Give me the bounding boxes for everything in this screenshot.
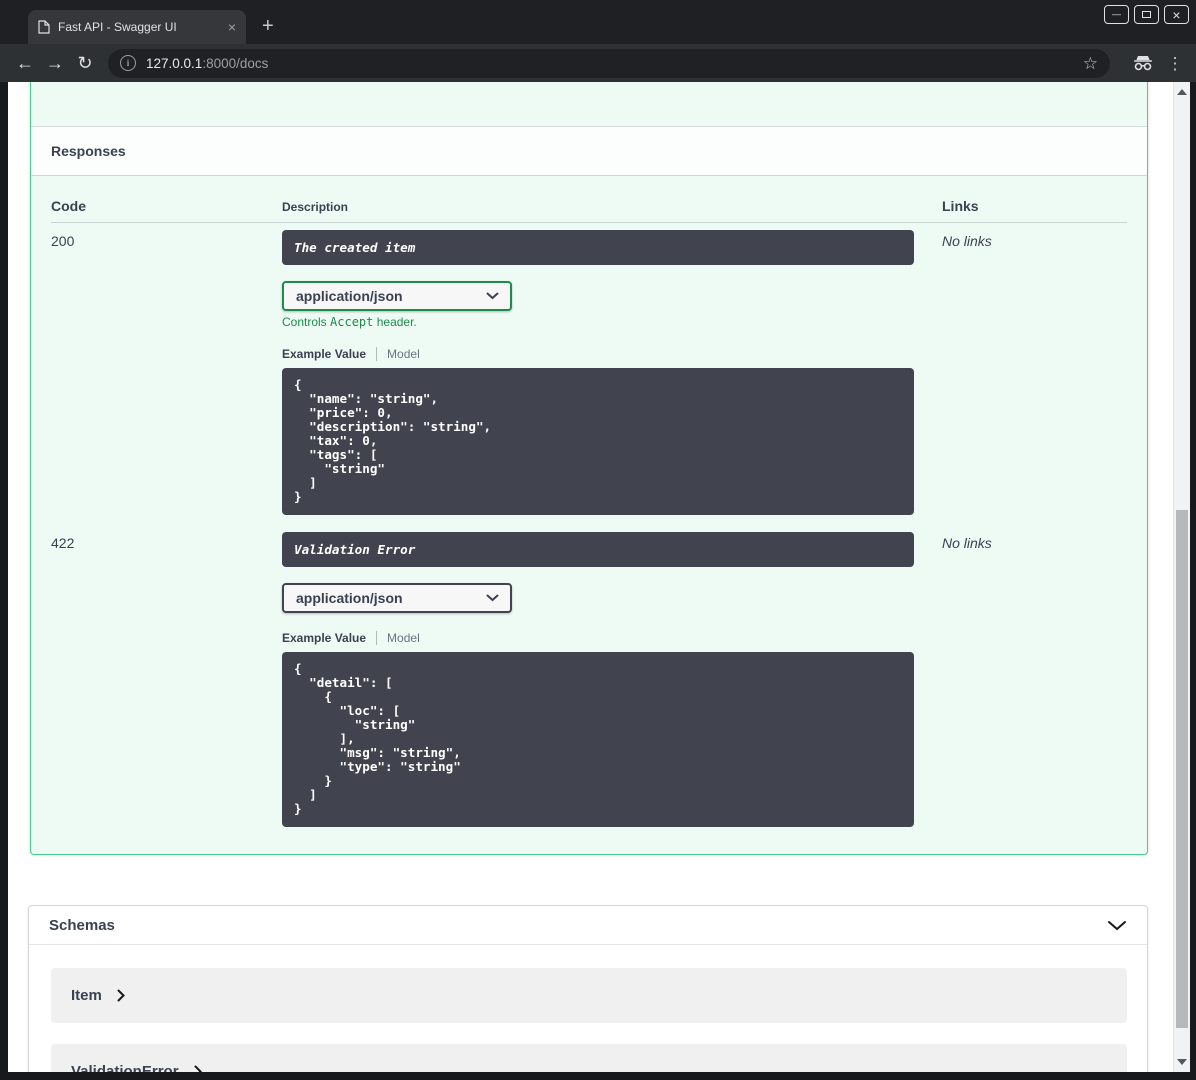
browser-toolbar: ← → ↻ i 127.0.0.1:8000/docs ☆ ⋮ — [0, 44, 1196, 82]
chevron-down-icon[interactable] — [1107, 920, 1127, 931]
page-scrollbar[interactable] — [1173, 82, 1190, 1072]
accept-note-suffix: header. — [373, 315, 417, 329]
tab-divider — [376, 631, 378, 645]
chevron-right-icon — [117, 989, 125, 1002]
example-json-block: { "detail": [ { "loc": [ "string" ], "ms… — [282, 652, 914, 827]
browser-menu-icon[interactable]: ⋮ — [1164, 55, 1186, 72]
tab-model[interactable]: Model — [387, 631, 420, 645]
page-content: Responses Code Description Links 200 The… — [8, 82, 1190, 1072]
maximize-button[interactable] — [1134, 5, 1159, 24]
scrollbar-thumb[interactable] — [1176, 510, 1188, 1028]
chevron-down-icon — [486, 292, 499, 300]
scroll-up-arrow-icon[interactable] — [1177, 89, 1187, 95]
responses-table: Code Description Links 200 The created i… — [51, 176, 1127, 837]
schema-name: Item — [71, 987, 102, 1004]
media-type-value: application/json — [296, 590, 403, 606]
media-type-value: application/json — [296, 288, 403, 304]
forward-button[interactable]: → — [40, 54, 70, 72]
responses-title: Responses — [51, 143, 126, 159]
response-code: 200 — [51, 233, 75, 249]
example-model-tabs: Example Value Model — [282, 629, 942, 647]
example-model-tabs: Example Value Model — [282, 345, 942, 363]
browser-tab[interactable]: Fast API - Swagger UI × — [28, 10, 246, 44]
tab-example-value[interactable]: Example Value — [282, 631, 366, 645]
accept-note-code: Accept — [330, 315, 374, 329]
tab-example-value[interactable]: Example Value — [282, 347, 366, 361]
col-header-description: Description — [282, 200, 349, 214]
chevron-right-icon — [194, 1065, 202, 1072]
response-description: The created item — [282, 230, 914, 265]
operation-panel: Responses Code Description Links 200 The… — [30, 82, 1148, 855]
media-type-select[interactable]: application/json — [282, 583, 512, 613]
tab-close-icon[interactable]: × — [228, 20, 236, 34]
incognito-icon — [1132, 55, 1154, 71]
example-json-block: { "name": "string", "price": 0, "descrip… — [282, 368, 914, 515]
schemas-header[interactable]: Schemas — [29, 906, 1147, 945]
browser-chrome: Fast API - Swagger UI × + — × ← → ↻ i 12… — [0, 0, 1196, 82]
maximize-icon — [1142, 11, 1151, 18]
accept-note-prefix: Controls — [282, 315, 331, 329]
tab-model[interactable]: Model — [387, 347, 420, 361]
minimize-button[interactable]: — — [1104, 5, 1129, 24]
response-description-cell: The created item application/json Contro… — [282, 230, 942, 515]
responses-table-header: Code Description Links — [51, 176, 1127, 223]
schemas-section: Schemas Item ValidationError — [28, 905, 1148, 1072]
reload-button[interactable]: ↻ — [70, 54, 100, 72]
new-tab-button[interactable]: + — [262, 16, 274, 36]
address-bar[interactable]: i 127.0.0.1:8000/docs ☆ — [108, 48, 1110, 78]
window-controls: — × — [1104, 5, 1189, 24]
response-description: Validation Error — [282, 532, 914, 567]
tab-title: Fast API - Swagger UI — [58, 20, 177, 34]
close-window-button[interactable]: × — [1164, 5, 1189, 24]
response-code: 422 — [51, 535, 75, 551]
page-file-icon — [38, 20, 50, 34]
schema-item[interactable]: ValidationError — [51, 1044, 1127, 1072]
back-button[interactable]: ← — [10, 54, 40, 72]
tab-strip: Fast API - Swagger UI × + — × — [0, 0, 1196, 44]
response-links: No links — [942, 535, 992, 551]
scroll-down-arrow-icon[interactable] — [1177, 1059, 1187, 1065]
url-host: 127.0.0.1 — [146, 55, 203, 71]
chevron-down-icon — [486, 594, 499, 602]
response-links: No links — [942, 233, 992, 249]
col-header-code: Code — [51, 198, 86, 214]
col-header-links: Links — [942, 198, 979, 214]
site-info-icon[interactable]: i — [120, 55, 136, 71]
schema-item[interactable]: Item — [51, 968, 1127, 1023]
response-row-422: 422 Validation Error application/json Ex… — [51, 525, 1127, 837]
response-row-200: 200 The created item application/json Co… — [51, 223, 1127, 525]
schemas-title: Schemas — [49, 916, 115, 934]
bookmark-star-icon[interactable]: ☆ — [1083, 55, 1098, 72]
schema-name: ValidationError — [71, 1063, 179, 1072]
accept-header-note: Controls Accept header. — [282, 315, 942, 329]
schemas-body: Item ValidationError — [29, 945, 1147, 1072]
tab-divider — [376, 347, 378, 361]
url-text[interactable]: 127.0.0.1:8000/docs — [146, 56, 268, 71]
url-path: :8000/docs — [202, 55, 269, 71]
response-description-cell: Validation Error application/json Exampl… — [282, 532, 942, 827]
media-type-select[interactable]: application/json — [282, 281, 512, 311]
responses-section-header: Responses — [31, 126, 1147, 176]
